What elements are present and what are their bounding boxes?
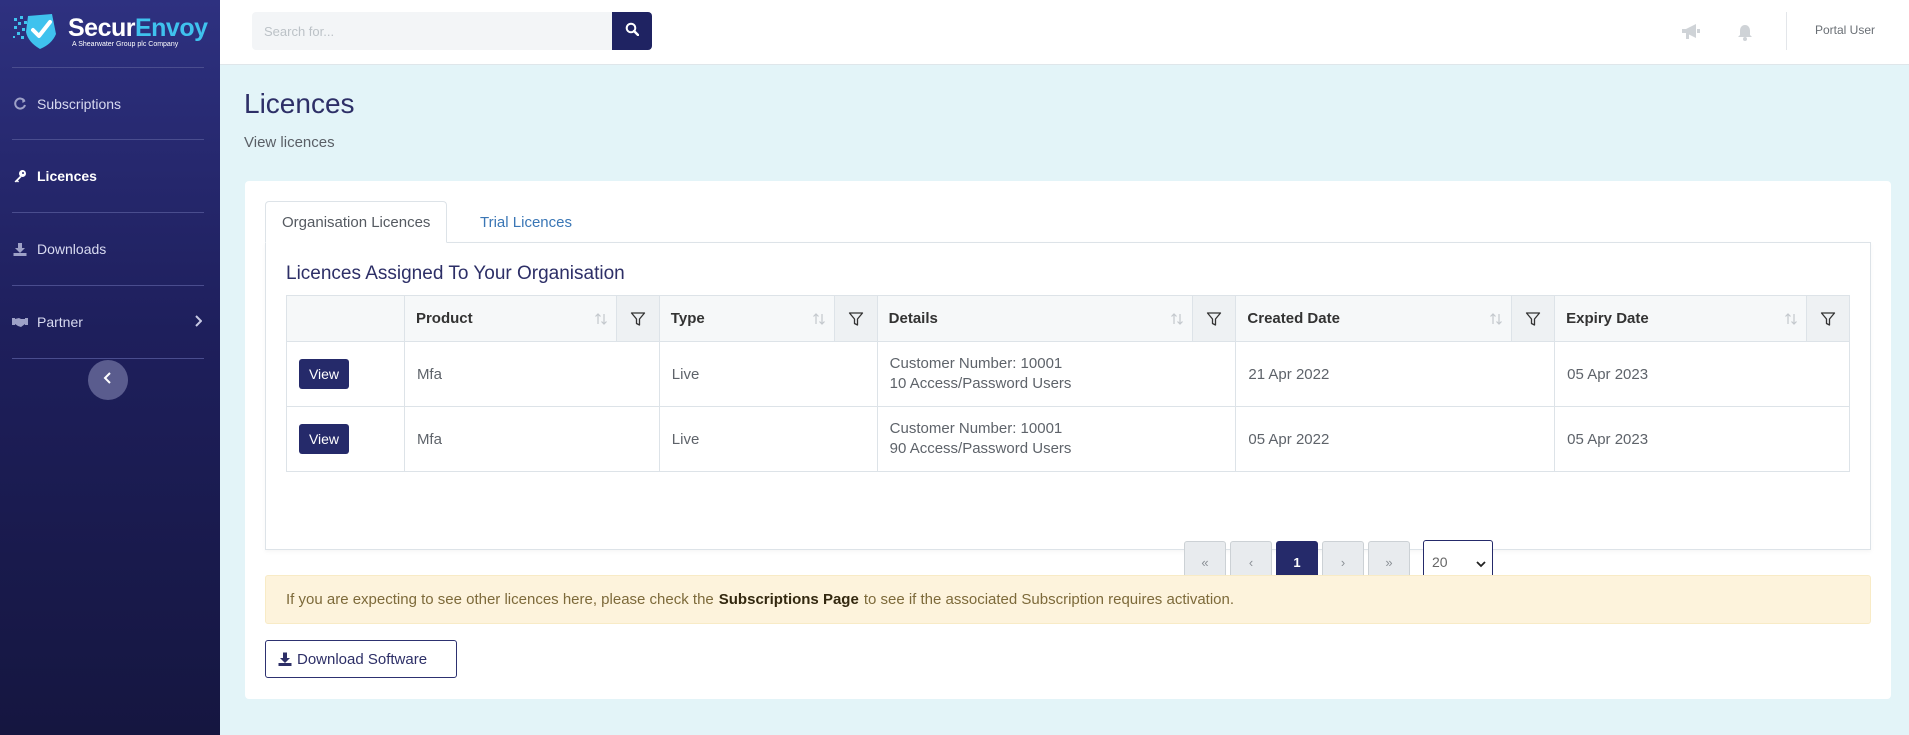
sort-icon[interactable]: [1776, 312, 1806, 326]
sidebar-item-label: Licences: [37, 168, 97, 184]
created-date-cell: 05 Apr 2022: [1235, 406, 1556, 472]
sidebar-nav: Subscriptions Licences Downloads Partner: [12, 67, 204, 359]
tab-panel: Licences Assigned To Your Organisation P…: [265, 242, 1871, 584]
sidebar: SecurEnvoy A Shearwater Group plc Compan…: [0, 0, 220, 735]
sidebar-item-subscriptions[interactable]: Subscriptions: [12, 67, 204, 140]
download-icon: [12, 241, 28, 257]
page-subtitle: View licences: [244, 134, 335, 151]
licences-table: Product Type Details Created Date Expiry…: [286, 295, 1850, 472]
topbar: Portal User: [220, 0, 1909, 65]
user-menu[interactable]: Portal User: [1815, 23, 1875, 37]
brand-tagline: A Shearwater Group plc Company: [72, 41, 179, 48]
logo-shield-icon: [12, 12, 66, 52]
search-icon: [625, 22, 640, 41]
key-icon: [12, 168, 28, 184]
panel-title: Licences Assigned To Your Organisation: [286, 263, 625, 284]
view-button[interactable]: View: [299, 424, 349, 454]
topbar-divider: [1786, 12, 1787, 50]
brand-name: SecurEnvoy: [68, 14, 208, 42]
search-button[interactable]: [612, 12, 652, 50]
licences-card: Organisation Licences Trial Licences Lic…: [245, 181, 1891, 699]
column-header-actions: [286, 295, 405, 342]
search-input[interactable]: [252, 12, 612, 50]
expiry-date-cell: 05 Apr 2023: [1554, 406, 1850, 472]
view-button[interactable]: View: [299, 359, 349, 389]
filter-icon[interactable]: [1806, 296, 1849, 341]
megaphone-icon[interactable]: [1681, 22, 1701, 42]
sidebar-item-label: Partner: [37, 314, 83, 330]
customer-number: Customer Number: 10001: [889, 420, 1063, 437]
column-header-product[interactable]: Product: [403, 295, 660, 342]
sidebar-item-label: Subscriptions: [37, 95, 122, 112]
sidebar-item-label: Downloads: [37, 241, 107, 257]
sidebar-collapse-button[interactable]: [88, 360, 128, 400]
column-header-type[interactable]: Type: [658, 295, 878, 342]
page-size-value: 20: [1432, 554, 1448, 570]
handshake-icon: [12, 314, 28, 330]
bell-icon[interactable]: [1735, 22, 1755, 42]
page-title: Licences: [244, 88, 355, 119]
filter-icon[interactable]: [1192, 296, 1236, 341]
customer-number: Customer Number: 10001: [889, 355, 1063, 372]
details-cell: Customer Number: 10001 10 Access/Passwor…: [876, 341, 1237, 407]
sidebar-item-downloads[interactable]: Downloads: [12, 213, 204, 286]
type-cell: Live: [658, 341, 878, 407]
created-date-cell: 21 Apr 2022: [1235, 341, 1556, 407]
tab-trial-licences[interactable]: Trial Licences: [464, 201, 588, 243]
product-cell: Mfa: [403, 341, 660, 407]
filter-icon[interactable]: [833, 296, 877, 341]
download-icon: [278, 652, 292, 666]
chevron-left-icon: [103, 371, 113, 389]
column-header-details[interactable]: Details: [876, 295, 1237, 342]
product-cell: Mfa: [403, 406, 660, 472]
user-count: 10 Access/Password Users: [889, 375, 1072, 392]
sidebar-item-licences[interactable]: Licences: [12, 140, 204, 213]
refresh-icon: [12, 96, 28, 112]
column-header-expiry-date[interactable]: Expiry Date: [1554, 295, 1850, 342]
user-count: 90 Access/Password Users: [889, 440, 1072, 457]
column-header-created-date[interactable]: Created Date: [1235, 295, 1556, 342]
securenvoy-logo[interactable]: SecurEnvoy A Shearwater Group plc Compan…: [12, 10, 212, 54]
table-header-row: Product Type Details Created Date Expiry…: [286, 295, 1850, 342]
details-cell: Customer Number: 10001 90 Access/Passwor…: [876, 406, 1237, 472]
tab-organisation-licences[interactable]: Organisation Licences: [265, 201, 448, 243]
sort-icon[interactable]: [1162, 312, 1192, 326]
expiry-date-cell: 05 Apr 2023: [1554, 341, 1850, 407]
alert-text-before: If you are expecting to see other licenc…: [286, 591, 714, 608]
chevron-down-icon: [1476, 555, 1486, 571]
download-software-button[interactable]: Download Software: [265, 640, 457, 678]
download-software-label: Download Software: [297, 650, 428, 668]
sort-icon[interactable]: [586, 312, 616, 326]
table-row: View Mfa Live Customer Number: 10001 10 …: [286, 341, 1850, 407]
alert-text-after: to see if the associated Subscription re…: [863, 591, 1235, 608]
info-alert: If you are expecting to see other licenc…: [265, 575, 1871, 624]
type-cell: Live: [658, 406, 878, 472]
filter-icon[interactable]: [615, 296, 659, 341]
actions-cell: View: [286, 406, 405, 472]
sort-icon[interactable]: [1481, 312, 1511, 326]
actions-cell: View: [286, 341, 405, 407]
filter-icon[interactable]: [1511, 296, 1555, 341]
subscriptions-page-link[interactable]: Subscriptions Page: [719, 591, 859, 608]
chevron-right-icon: [194, 314, 203, 330]
sort-icon[interactable]: [804, 312, 834, 326]
table-row: View Mfa Live Customer Number: 10001 90 …: [286, 406, 1850, 472]
sidebar-item-partner[interactable]: Partner: [12, 286, 204, 359]
